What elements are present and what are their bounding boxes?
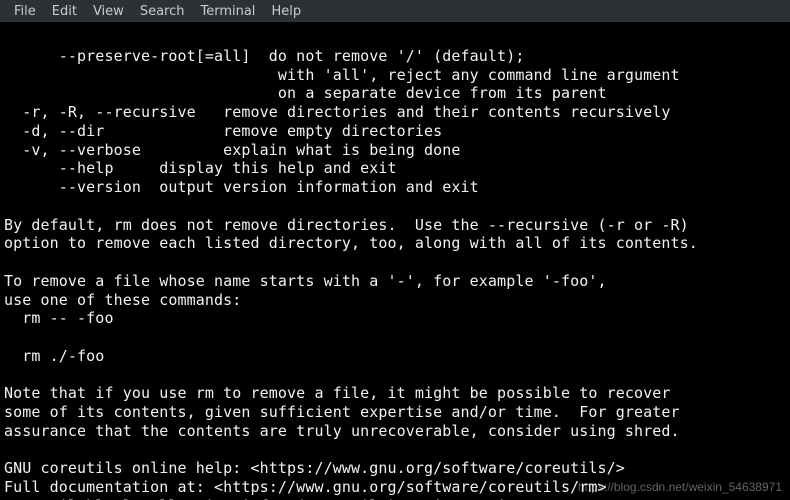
terminal-line: option to remove each listed directory, … — [4, 234, 698, 252]
terminal-line: on a separate device from its parent — [4, 84, 607, 102]
menu-file[interactable]: File — [6, 2, 44, 21]
terminal-line: rm ./-foo — [4, 347, 104, 365]
menubar: File Edit View Search Terminal Help — [0, 0, 790, 22]
terminal-line: Note that if you use rm to remove a file… — [4, 384, 671, 402]
terminal-line: use one of these commands: — [4, 291, 241, 309]
terminal-line: -d, --dir remove empty directories — [4, 122, 442, 140]
terminal-line: assurance that the contents are truly un… — [4, 422, 680, 440]
terminal-line: --help display this help and exit — [4, 159, 397, 177]
menu-search[interactable]: Search — [132, 2, 193, 21]
menu-edit[interactable]: Edit — [44, 2, 85, 21]
terminal-line: some of its contents, given sufficient e… — [4, 403, 680, 421]
terminal-output[interactable]: --preserve-root[=all] do not remove '/' … — [0, 22, 790, 500]
terminal-line: -v, --verbose explain what is being done — [4, 141, 461, 159]
menu-view[interactable]: View — [85, 2, 132, 21]
terminal-line: with 'all', reject any command line argu… — [4, 66, 680, 84]
terminal-line: GNU coreutils online help: <https://www.… — [4, 459, 625, 477]
terminal-line: -r, -R, --recursive remove directories a… — [4, 103, 671, 121]
menu-terminal[interactable]: Terminal — [192, 2, 263, 21]
terminal-line: To remove a file whose name starts with … — [4, 272, 607, 290]
menu-help[interactable]: Help — [263, 2, 309, 21]
terminal-line: By default, rm does not remove directori… — [4, 216, 689, 234]
terminal-line: Full documentation at: <https://www.gnu.… — [4, 478, 607, 496]
terminal-line: rm -- -foo — [4, 309, 114, 327]
watermark-text: https://blog.csdn.net/weixin_54638971 — [578, 480, 782, 494]
terminal-line: --version output version information and… — [4, 178, 479, 196]
terminal-line: --preserve-root[=all] do not remove '/' … — [4, 47, 524, 65]
